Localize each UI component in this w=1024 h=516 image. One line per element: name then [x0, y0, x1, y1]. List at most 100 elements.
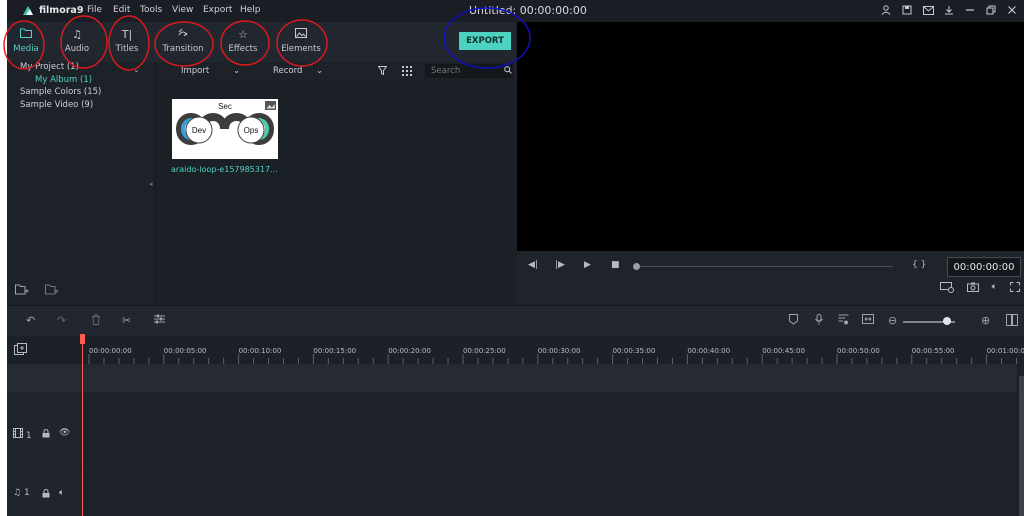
zoom-slider-handle[interactable] [943, 317, 951, 325]
restore-icon[interactable] [985, 4, 997, 16]
tab-titles[interactable]: T| Titles [102, 26, 152, 54]
fit-to-timeline-icon[interactable] [862, 314, 874, 327]
ruler-tick-label: 00:00:10:00 [238, 347, 282, 355]
library-item-sample-colors[interactable]: Sample Colors (15) [20, 87, 101, 97]
audio-mixer-icon[interactable] [838, 314, 849, 328]
title-bar: filmora9 File Edit Tools View Export Hel… [7, 0, 1024, 22]
search-icon[interactable] [504, 66, 512, 77]
playhead[interactable] [82, 336, 83, 516]
cut-icon[interactable]: ✂ [122, 314, 131, 327]
library-item-sample-video[interactable]: Sample Video (9) [20, 100, 93, 110]
menu-file[interactable]: File [87, 5, 102, 15]
tab-media[interactable]: Media [7, 26, 51, 54]
media-header: Import ⌄ Record ⌄ [156, 62, 516, 80]
scrubber-handle[interactable] [633, 263, 640, 270]
ruler-tick-label: 00:00:50:00 [837, 347, 880, 355]
audio-track-lane[interactable] [82, 472, 1017, 516]
window-controls [880, 4, 1018, 16]
menu-help[interactable]: Help [240, 5, 261, 15]
grid-view-icon[interactable] [402, 66, 412, 79]
video-track-lane[interactable] [82, 393, 1017, 471]
mark-in-out-brackets[interactable]: { } [912, 260, 926, 270]
menu-export[interactable]: Export [203, 5, 232, 15]
preview-window [517, 22, 1024, 251]
ruler-tick-label: 00:00:40:00 [687, 347, 731, 355]
tab-elements[interactable]: Elements [276, 26, 326, 54]
zoom-out-icon[interactable]: ⊖ [888, 314, 897, 327]
tab-transition[interactable]: Transition [158, 26, 208, 54]
minimize-icon[interactable] [964, 4, 976, 16]
export-button[interactable]: EXPORT [459, 32, 511, 50]
panel-layout-icon[interactable] [1006, 314, 1018, 329]
lock-icon[interactable] [42, 489, 50, 501]
menu-view[interactable]: View [172, 5, 193, 15]
media-toolbar: Media ♫ Audio T| Titles Transition ☆ Eff… [7, 22, 516, 63]
library-item-my-album[interactable]: My Album (1) [35, 75, 92, 85]
media-area: Dev Ops Sec araido-loop-e157985317... [156, 80, 516, 304]
lock-icon[interactable] [42, 429, 50, 441]
transition-icon [158, 26, 208, 44]
music-note-icon: ♫ [72, 28, 82, 41]
undo-icon[interactable]: ↶ [26, 314, 35, 327]
timeline-scrollbar[interactable] [1019, 376, 1024, 516]
play-icon[interactable]: ▶ [584, 260, 591, 270]
download-icon[interactable] [943, 4, 955, 16]
chevron-down-icon[interactable]: ⌄ [133, 65, 140, 74]
logo-ops-text: Ops [244, 126, 259, 135]
library-item-my-project[interactable]: My Project (1) [20, 62, 79, 72]
render-preview-icon[interactable] [939, 282, 954, 296]
library-panel: My Project (1) ⌄ My Album (1) Sample Col… [7, 62, 156, 304]
video-track: 1 👁︎ [7, 393, 1017, 471]
voiceover-icon[interactable] [815, 314, 823, 328]
library-actions [15, 284, 59, 298]
devsecops-logo-image: Dev Ops Sec [172, 99, 278, 159]
ruler-corner [7, 336, 82, 364]
new-folder-icon[interactable] [15, 284, 29, 298]
menu-tools[interactable]: Tools [140, 5, 162, 15]
volume-icon[interactable]: 🔈︎ [992, 282, 997, 296]
collapse-panel-icon[interactable]: ◂ [149, 180, 153, 188]
menu-edit[interactable]: Edit [113, 5, 130, 15]
record-dropdown[interactable]: Record [273, 66, 302, 76]
ruler-tick-label: 00:00:20:00 [388, 347, 431, 355]
audio-track: ♫ 1 🔈︎ [7, 472, 1017, 516]
import-dropdown[interactable]: Import [181, 66, 209, 76]
adjust-icon[interactable] [154, 314, 165, 327]
chevron-down-icon[interactable]: ⌄ [233, 66, 240, 76]
tab-effects[interactable]: ☆ Effects [218, 26, 268, 54]
ruler-tick-label: 00:01:00:00 [986, 347, 1024, 355]
document-title: Untitled: 00:00:00:00 [469, 4, 587, 17]
account-icon[interactable] [880, 4, 892, 16]
logo-dev-text: Dev [192, 126, 206, 135]
timeline-ruler[interactable]: 00:00:00:00 00:00:05:00 00:00:10:00 00:00:1… [82, 336, 1024, 364]
snapshot-icon[interactable] [966, 282, 979, 296]
tab-audio[interactable]: ♫ Audio [52, 26, 102, 54]
ruler-tick-label: 00:00:35:00 [612, 347, 656, 355]
media-thumbnail[interactable]: Dev Ops Sec [172, 99, 278, 159]
filter-icon[interactable] [377, 66, 388, 78]
marker-icon[interactable] [789, 314, 798, 328]
add-track-icon[interactable] [14, 343, 27, 358]
stop-icon[interactable]: ■ [611, 260, 620, 270]
preview-scrubber[interactable] [637, 266, 893, 267]
folder-icon [7, 26, 51, 44]
redo-icon[interactable]: ↷ [57, 314, 66, 327]
empty-track-area [7, 364, 1017, 392]
ruler-tick-label: 00:00:15:00 [313, 347, 357, 355]
mail-icon[interactable] [922, 4, 934, 16]
fullscreen-icon[interactable] [1010, 282, 1020, 296]
eye-icon[interactable]: 👁︎ [59, 428, 70, 438]
delete-icon[interactable] [91, 314, 101, 328]
close-icon[interactable] [1006, 4, 1018, 16]
save-icon[interactable] [901, 4, 913, 16]
app-name: filmora9 [39, 5, 84, 16]
filmora-window: filmora9 File Edit Tools View Export Hel… [7, 0, 1024, 516]
speaker-icon[interactable]: 🔈︎ [59, 488, 64, 498]
effects-icon: ☆ [238, 28, 248, 41]
chevron-down-icon[interactable]: ⌄ [316, 66, 323, 76]
delete-folder-icon[interactable] [45, 284, 59, 298]
next-frame-icon[interactable]: |▶ [555, 260, 565, 270]
previous-frame-icon[interactable]: ◀| [528, 260, 538, 270]
zoom-in-icon[interactable]: ⊕ [981, 314, 990, 327]
search-input[interactable] [425, 64, 513, 78]
